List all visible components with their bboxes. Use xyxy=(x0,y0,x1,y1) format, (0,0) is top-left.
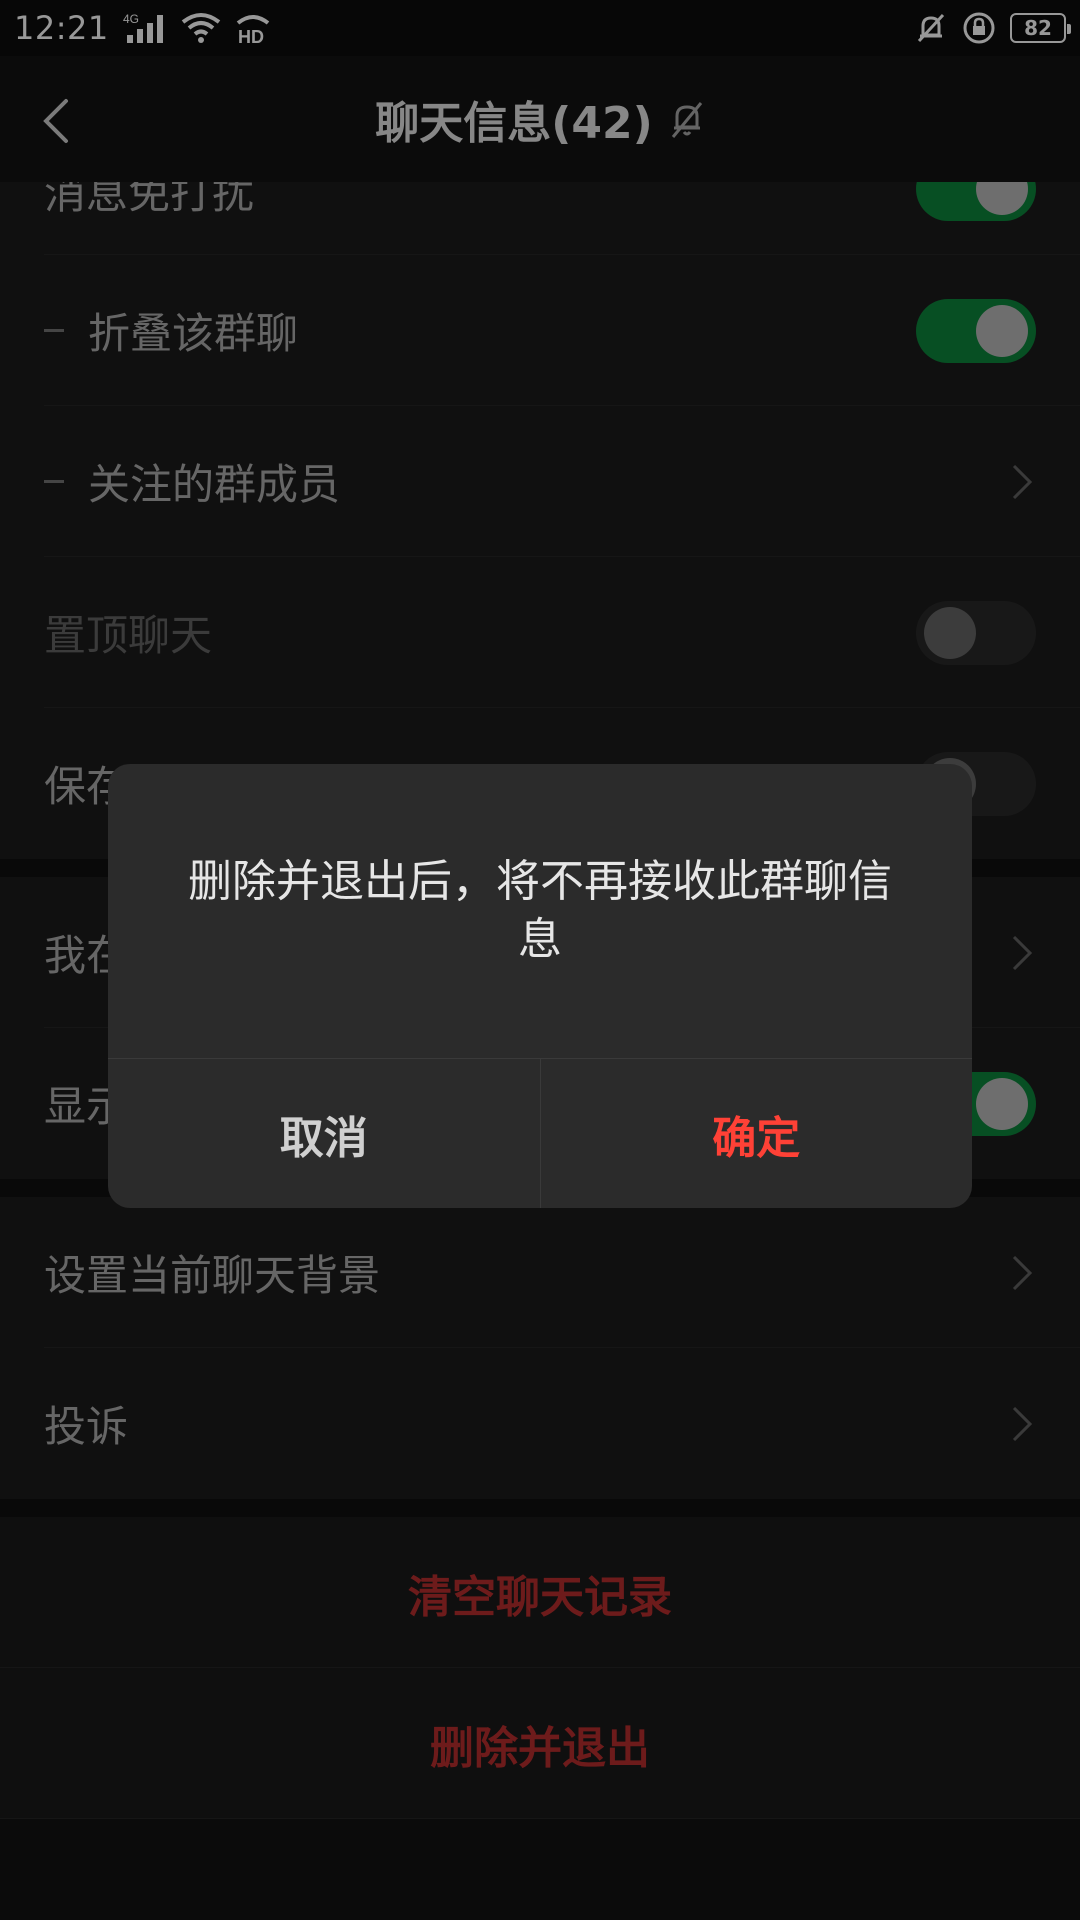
confirm-dialog: 删除并退出后，将不再接收此群聊信息 取消 确定 xyxy=(108,764,972,1208)
dialog-message: 删除并退出后，将不再接收此群聊信息 xyxy=(188,856,892,965)
chat-info-screen: 12:21 4G HD 82 聊天信息(42) 消息免打扰 折叠该群聊 关注的群… xyxy=(0,0,1080,1920)
cancel-button[interactable]: 取消 xyxy=(108,1059,541,1208)
confirm-button[interactable]: 确定 xyxy=(541,1059,973,1208)
dialog-buttons: 取消 确定 xyxy=(108,1058,972,1208)
